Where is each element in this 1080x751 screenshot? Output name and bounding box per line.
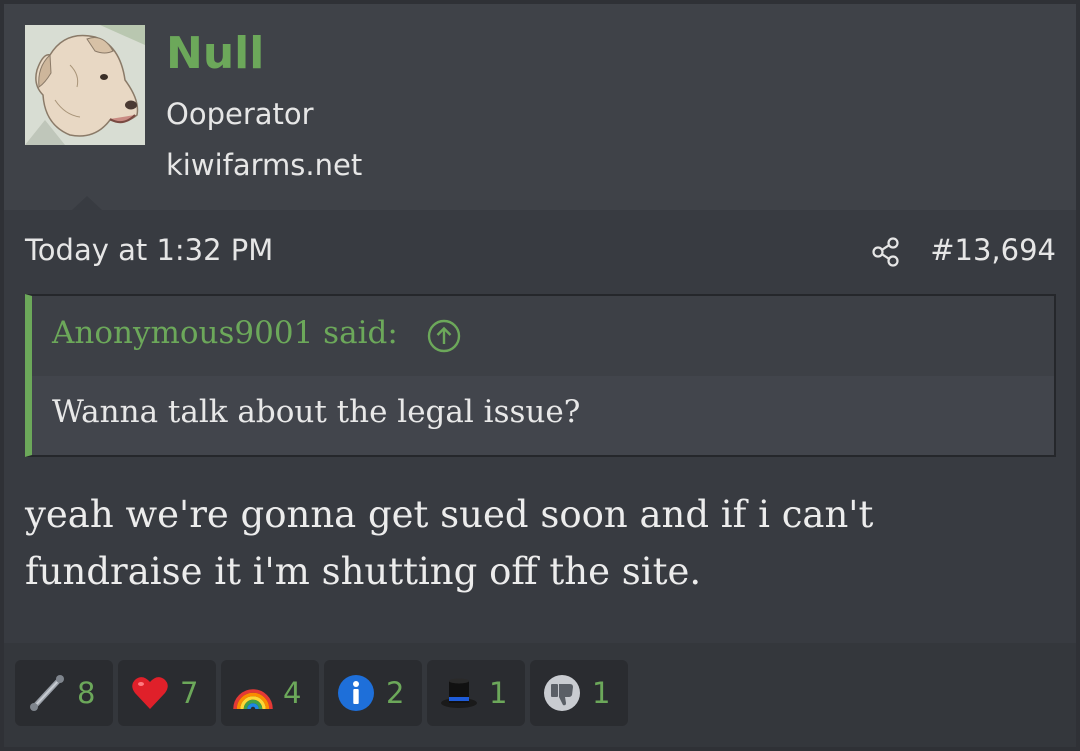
top-hat-icon (439, 673, 479, 713)
username[interactable]: Null (166, 32, 264, 76)
arrow-up-circle-icon[interactable] (426, 318, 462, 354)
post-date[interactable]: Today at 1:32 PM (25, 236, 273, 265)
reactions-bar: 8 7 4 2 1 1 (4, 643, 1076, 747)
reaction-heart[interactable]: 7 (118, 660, 216, 726)
reaction-list: 8 7 4 2 1 1 (15, 660, 628, 726)
info-icon (336, 673, 376, 713)
reaction-count: 1 (592, 675, 611, 710)
reaction-top-hat[interactable]: 1 (427, 660, 525, 726)
reaction-count: 1 (489, 675, 508, 710)
user-title: Ooperator (166, 97, 314, 131)
reaction-info[interactable]: 2 (324, 660, 422, 726)
reaction-pipe[interactable]: 8 (15, 660, 113, 726)
reaction-count: 4 (283, 675, 302, 710)
post-number[interactable]: #13,694 (930, 236, 1056, 265)
quote-block: Anonymous9001 said: Wanna talk about the… (25, 294, 1056, 457)
avatar[interactable] (25, 25, 145, 145)
pipe-icon (27, 673, 67, 713)
reaction-rainbow[interactable]: 4 (221, 660, 319, 726)
quote-text: Wanna talk about the legal issue? (52, 394, 581, 430)
reaction-count: 7 (180, 675, 199, 710)
reaction-thumbs-down[interactable]: 1 (530, 660, 628, 726)
forum-post: Null Ooperator kiwifarms.net Today at 1:… (4, 4, 1076, 747)
rainbow-icon (233, 673, 273, 713)
user-banner: kiwifarms.net (166, 148, 363, 182)
share-icon[interactable] (870, 236, 902, 268)
heart-icon (130, 673, 170, 713)
header-arrow (72, 196, 102, 210)
reaction-count: 8 (77, 675, 96, 710)
post-message: yeah we're gonna get sued soon and if i … (25, 493, 874, 593)
user-header: Null Ooperator kiwifarms.net (4, 4, 1076, 210)
post-meta: Today at 1:32 PM #13,694 (25, 234, 1056, 274)
reaction-count: 2 (386, 675, 405, 710)
quote-author[interactable]: Anonymous9001 said: (52, 318, 398, 349)
thumbs-down-icon (542, 673, 582, 713)
